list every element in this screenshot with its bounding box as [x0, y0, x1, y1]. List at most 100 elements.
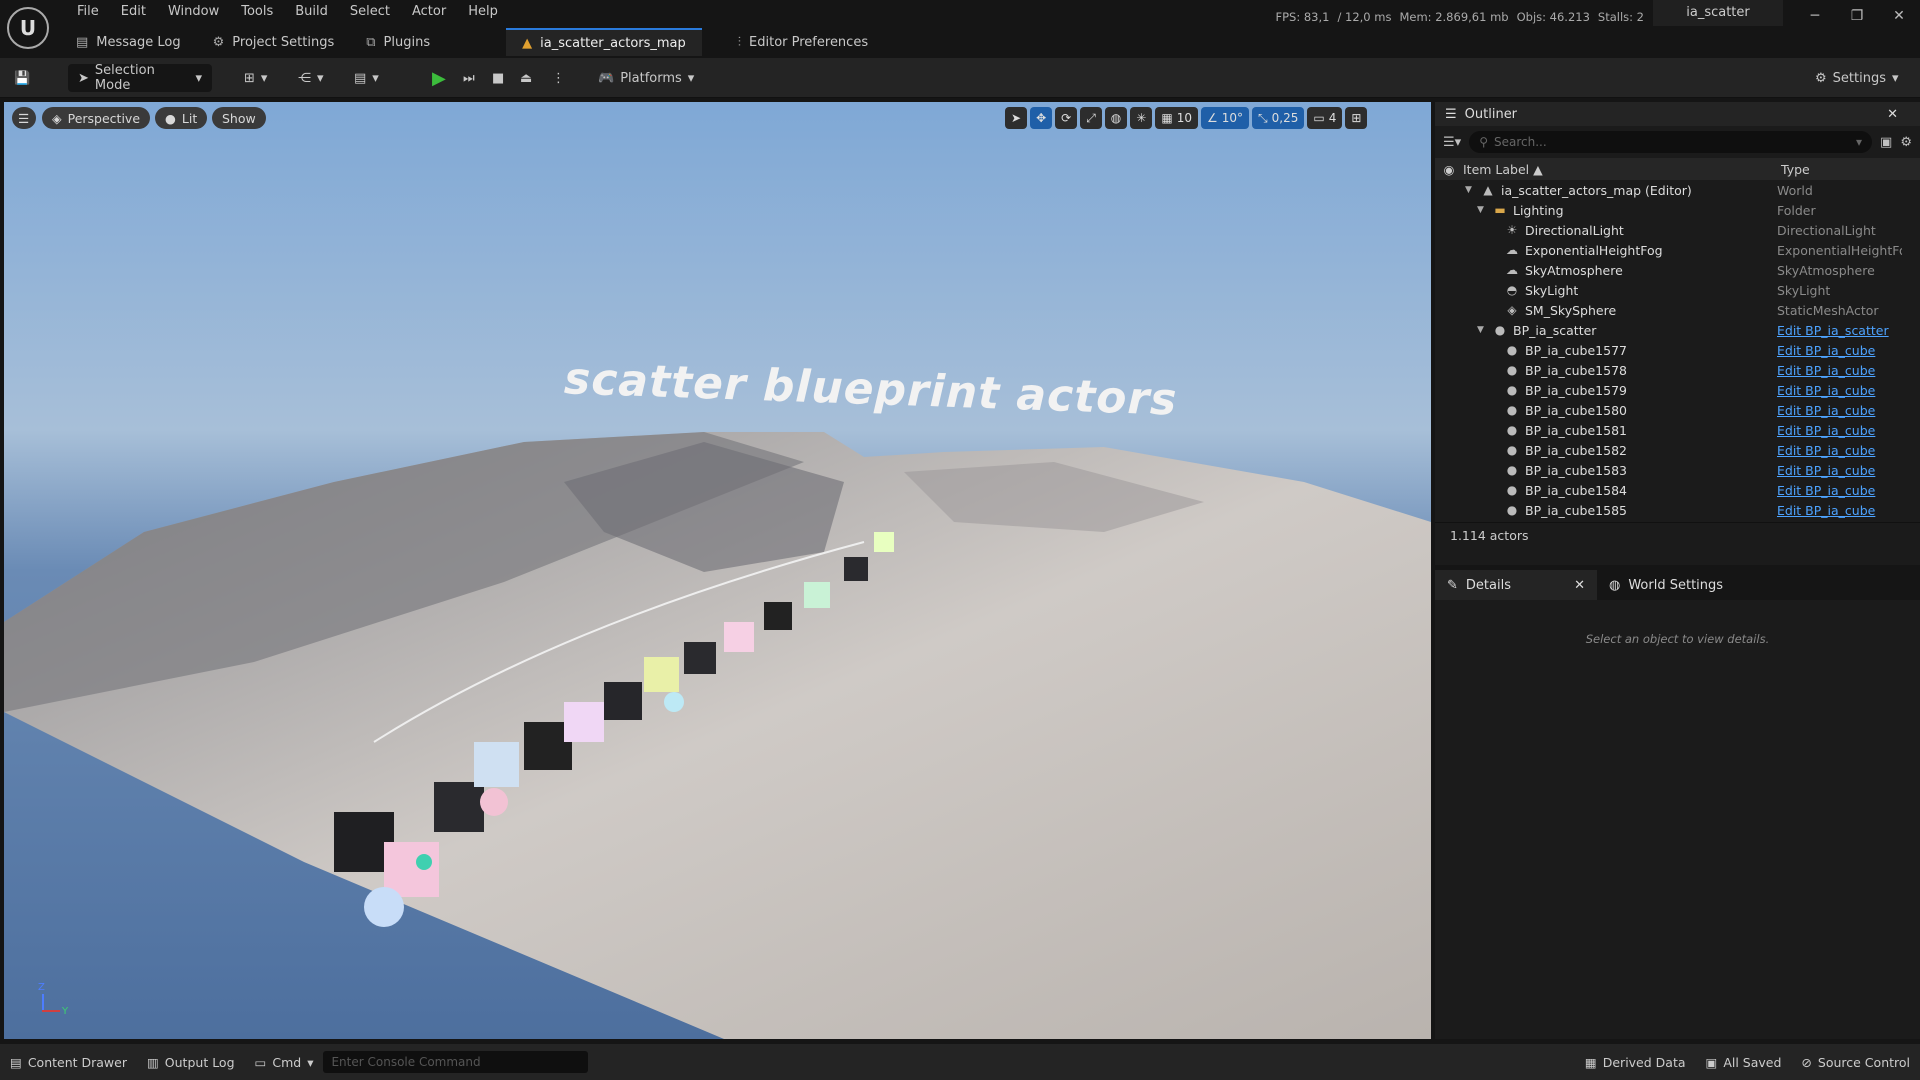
tab-editor-preferences[interactable]: ⫶ Editor Preferences — [722, 28, 884, 56]
cmd-dropdown[interactable]: ▭ Cmd ▾ — [245, 1044, 324, 1080]
outliner-row[interactable]: ▼ ▬ Lighting Folder — [1435, 200, 1920, 220]
menu-help[interactable]: Help — [457, 3, 509, 23]
menu-file[interactable]: File — [66, 3, 110, 23]
actor-type-icon: ☀ — [1506, 223, 1518, 237]
outliner-row[interactable]: ● BP_ia_cube1581 Edit BP_ia_cube — [1435, 420, 1920, 440]
angle-snap-toggle[interactable]: ∠ 10° — [1200, 107, 1250, 129]
outliner-row[interactable]: ☁ ExponentialHeightFog ExponentialHeightFo… — [1435, 240, 1920, 260]
actor-type-icon: ● — [1506, 343, 1518, 357]
world-space-toggle[interactable]: ◍ — [1104, 107, 1128, 129]
all-saved-button[interactable]: ▣ All Saved — [1696, 1044, 1792, 1080]
tab-ia-scatter-actors-map[interactable]: ▲ ia_scatter_actors_map — [506, 28, 702, 56]
edit-blueprint-link[interactable]: Edit BP_ia_cube — [1777, 503, 1902, 518]
outliner-row[interactable]: ◈ SM_SkySphere StaticMeshActor — [1435, 300, 1920, 320]
tab-project-settings[interactable]: ⚙ Project Settings — [197, 28, 351, 56]
platforms-label: Platforms — [620, 70, 682, 86]
edit-blueprint-link[interactable]: Edit BP_ia_cube — [1777, 423, 1902, 438]
edit-blueprint-link[interactable]: Edit BP_ia_cube — [1777, 443, 1902, 458]
restore-button[interactable]: ❐ — [1836, 0, 1878, 32]
output-log-label: Output Log — [164, 1054, 235, 1070]
outliner-row[interactable]: ● BP_ia_cube1577 Edit BP_ia_cube — [1435, 340, 1920, 360]
visibility-eye-icon[interactable]: ◉ — [1435, 162, 1463, 177]
console-command-input[interactable]: Enter Console Command — [323, 1051, 589, 1073]
outliner-row[interactable]: ● BP_ia_cube1579 Edit BP_ia_cube — [1435, 380, 1920, 400]
tab-label: Editor Preferences — [749, 34, 869, 50]
type-column[interactable]: Type — [1777, 162, 1902, 177]
edit-blueprint-link[interactable]: Edit BP_ia_cube — [1777, 383, 1902, 398]
platforms-dropdown[interactable]: 🎮 Platforms ▾ — [598, 64, 694, 92]
save-icon[interactable]: 💾 — [14, 64, 30, 92]
menu-tools[interactable]: Tools — [230, 3, 284, 23]
stop-button[interactable]: ■ — [492, 64, 504, 92]
outliner-search-input[interactable]: ⚲ Search... ▾ — [1469, 131, 1873, 153]
new-folder-icon[interactable]: ▣ — [1880, 135, 1892, 150]
show-button[interactable]: Show — [212, 107, 266, 129]
minimize-button[interactable]: ─ — [1794, 0, 1836, 32]
outliner-row[interactable]: ▼ ▲ ia_scatter_actors_map (Editor) World — [1435, 180, 1920, 200]
skip-button[interactable]: ⏭ — [463, 64, 475, 92]
derived-data-button[interactable]: ▦ Derived Data — [1575, 1044, 1696, 1080]
source-control-button[interactable]: ⊘ Source Control — [1791, 1044, 1920, 1080]
lit-button[interactable]: ● Lit — [155, 107, 208, 129]
menu-build[interactable]: Build — [284, 3, 339, 23]
close-window-button[interactable]: ✕ — [1878, 0, 1920, 32]
blueprint-button[interactable]: ⋲ ▾ — [298, 64, 324, 92]
settings-dropdown[interactable]: ⚙ Settings ▾ — [1815, 64, 1899, 92]
outliner-row[interactable]: ● BP_ia_cube1583 Edit BP_ia_cube — [1435, 460, 1920, 480]
camera-speed-button[interactable]: ▭ 4 — [1307, 107, 1343, 129]
scale-snap-toggle[interactable]: ⤡ 0,25 — [1252, 107, 1305, 129]
translate-tool[interactable]: ✥ — [1030, 107, 1053, 129]
menu-edit[interactable]: Edit — [110, 3, 157, 23]
outliner-row[interactable]: ● BP_ia_cube1580 Edit BP_ia_cube — [1435, 400, 1920, 420]
item-label-column[interactable]: Item Label ▲ — [1463, 162, 1777, 177]
edit-blueprint-link[interactable]: Edit BP_ia_cube — [1777, 463, 1902, 478]
play-button[interactable]: ▶ — [432, 64, 446, 92]
outliner-row[interactable]: ◓ SkyLight SkyLight — [1435, 280, 1920, 300]
outliner-row[interactable]: ▼ ● BP_ia_scatter Edit BP_ia_scatter — [1435, 320, 1920, 340]
select-tool[interactable]: ➤ — [1005, 107, 1028, 129]
edit-blueprint-link[interactable]: Edit BP_ia_cube — [1777, 403, 1902, 418]
edit-blueprint-link[interactable]: Edit BP_ia_cube — [1777, 343, 1902, 358]
outliner-row[interactable]: ● BP_ia_cube1578 Edit BP_ia_cube — [1435, 360, 1920, 380]
outliner-row[interactable]: ● BP_ia_cube1584 Edit BP_ia_cube — [1435, 480, 1920, 500]
tab-world-settings[interactable]: ◍ World Settings — [1597, 570, 1735, 600]
close-icon[interactable]: ✕ — [1887, 107, 1898, 122]
viewport-layout-button[interactable]: ⊞ — [1345, 107, 1368, 129]
menu-select[interactable]: Select — [339, 3, 401, 23]
menu-actor[interactable]: Actor — [401, 3, 457, 23]
expand-arrow-icon[interactable]: ▼ — [1465, 185, 1475, 195]
tab-details[interactable]: ✎ Details ✕ — [1435, 570, 1597, 600]
tab-plugins[interactable]: ⧉ Plugins — [350, 28, 446, 56]
scale-tool[interactable]: ⤢ — [1080, 107, 1102, 129]
edit-blueprint-link[interactable]: Edit BP_ia_cube — [1777, 483, 1902, 498]
output-log-button[interactable]: ▥ Output Log — [137, 1044, 245, 1080]
close-icon[interactable]: ✕ — [1574, 578, 1585, 593]
expand-arrow-icon[interactable]: ▼ — [1477, 325, 1487, 335]
selection-mode-dropdown[interactable]: ➤ Selection Mode ▾ — [68, 63, 212, 93]
filter-icon[interactable]: ☰▾ — [1443, 135, 1461, 150]
viewport-menu-button[interactable]: ☰ — [12, 107, 36, 129]
grid-snap-toggle[interactable]: ▦ 10 — [1155, 107, 1198, 129]
cinematics-button[interactable]: ▤ ▾ — [354, 64, 379, 92]
unreal-logo-icon[interactable]: U — [7, 7, 49, 49]
message-log-icon: ▤ — [76, 34, 89, 50]
surface-snap-toggle[interactable]: ✳ — [1130, 107, 1153, 129]
expand-arrow-icon[interactable]: ▼ — [1477, 205, 1487, 215]
gear-icon[interactable]: ⚙ — [1900, 135, 1912, 150]
content-drawer-button[interactable]: ▤ Content Drawer — [0, 1044, 137, 1080]
outliner-row[interactable]: ● BP_ia_cube1585 Edit BP_ia_cube — [1435, 500, 1920, 520]
actor-type-icon: ● — [1506, 363, 1518, 377]
outliner-row[interactable]: ☁ SkyAtmosphere SkyAtmosphere — [1435, 260, 1920, 280]
eject-button[interactable]: ⏏ — [520, 64, 532, 92]
outliner-row[interactable]: ● BP_ia_cube1582 Edit BP_ia_cube — [1435, 440, 1920, 460]
edit-blueprint-link[interactable]: Edit BP_ia_scatter — [1777, 323, 1902, 338]
rotate-tool[interactable]: ⟳ — [1055, 107, 1078, 129]
edit-blueprint-link[interactable]: Edit BP_ia_cube — [1777, 363, 1902, 378]
outliner-row[interactable]: ☀ DirectionalLight DirectionalLight — [1435, 220, 1920, 240]
tab-message-log[interactable]: ▤ Message Log — [60, 28, 197, 56]
menu-window[interactable]: Window — [157, 3, 230, 23]
level-viewport[interactable]: ☰ ◈ Perspective ● Lit Show ➤ ✥ ⟳ ⤢ ◍ ✳ ▦ 10… — [4, 102, 1431, 1039]
more-options-button[interactable]: ⋮ — [552, 64, 565, 92]
perspective-button[interactable]: ◈ Perspective — [42, 107, 151, 129]
add-actor-button[interactable]: ⊞ ▾ — [244, 64, 267, 92]
